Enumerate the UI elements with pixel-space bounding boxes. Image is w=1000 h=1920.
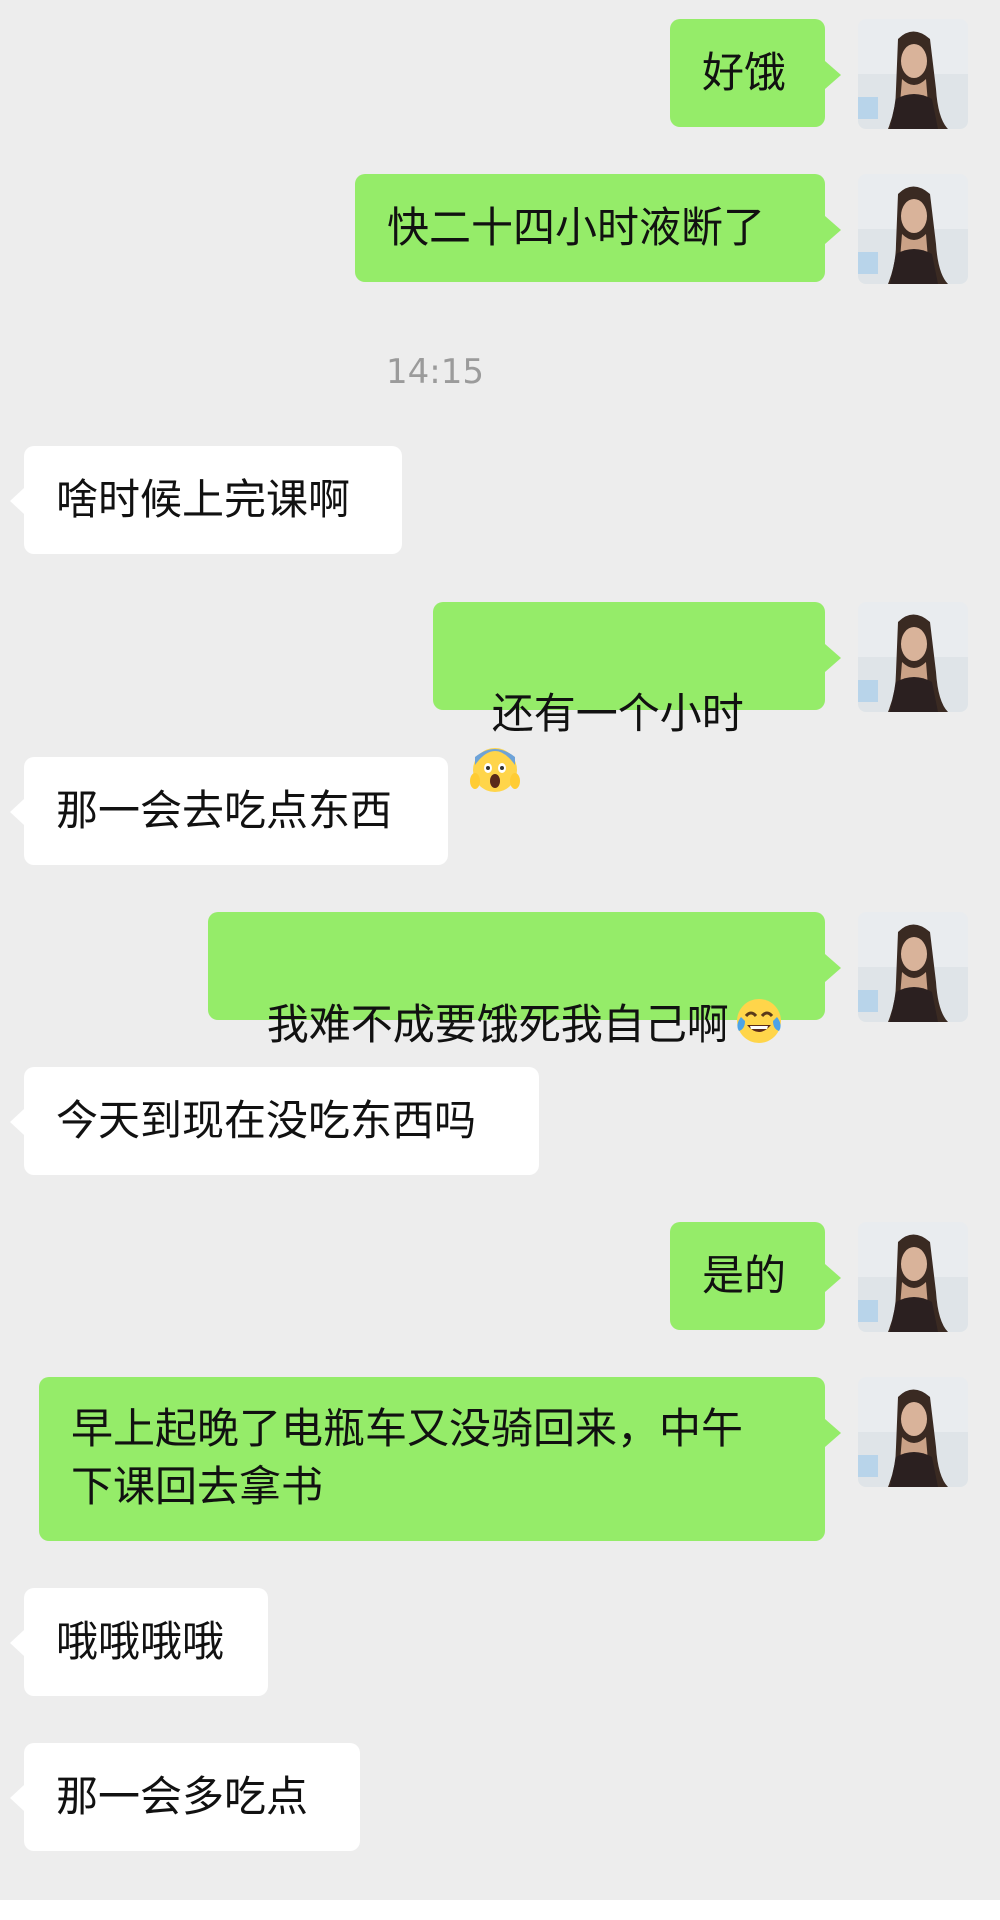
message-bubble-sent[interactable]: 还有一个小时 [433, 602, 841, 792]
message-bubble-sent[interactable]: 快二十四小时液断了 [355, 174, 841, 282]
message-bubble-received[interactable]: 啥时候上完课啊 [10, 446, 402, 554]
message-bubble-received[interactable]: 哦哦哦哦 [10, 1588, 268, 1696]
message-bubble-received[interactable]: 今天到现在没吃东西吗 [10, 1067, 539, 1175]
message-bubble-received[interactable]: 那一会去吃点东西 [10, 757, 448, 865]
scream-emoji-icon [470, 748, 520, 792]
message-bubble-received[interactable]: 那一会多吃点 [10, 1743, 360, 1851]
bottom-bar [0, 1900, 1000, 1920]
message-bubble-sent[interactable]: 我难不成要饿死我自己啊 [208, 912, 841, 1049]
avatar[interactable] [858, 1377, 968, 1487]
message-bubble-sent[interactable]: 好饿 [670, 19, 841, 127]
message-bubble-sent[interactable]: 早上起晚了电瓶车又没骑回来，中午 下课回去拿书 [39, 1377, 841, 1541]
avatar[interactable] [858, 174, 968, 284]
avatar[interactable] [858, 602, 968, 712]
tears-of-joy-emoji-icon [736, 999, 781, 1043]
message-text: 我难不成要饿死我自己啊 [266, 1000, 729, 1049]
message-bubble-sent[interactable]: 是的 [670, 1222, 841, 1330]
avatar[interactable] [858, 19, 968, 129]
message-text: 还有一个小时 [491, 689, 744, 738]
avatar[interactable] [858, 1222, 968, 1332]
message-timestamp: 14:15 [386, 352, 484, 392]
avatar[interactable] [858, 912, 968, 1022]
